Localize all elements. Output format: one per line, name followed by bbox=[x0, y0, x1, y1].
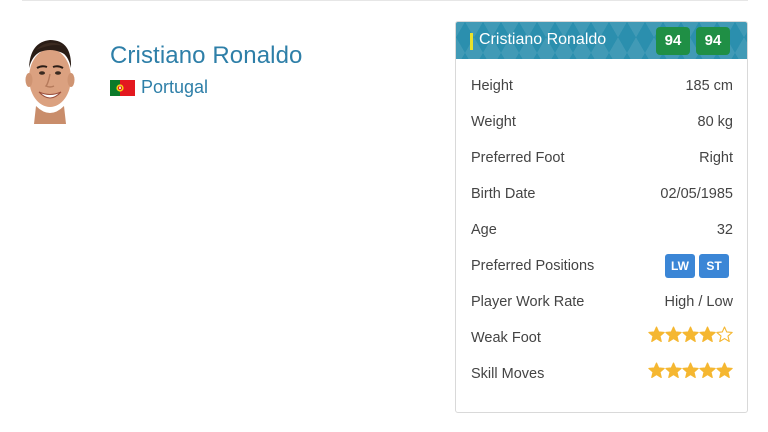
card-player-name: Cristiano Ronaldo bbox=[479, 31, 607, 48]
row-weight: Weight 80 kg bbox=[456, 105, 747, 141]
header-accent-bar bbox=[470, 33, 473, 50]
portugal-flag-icon bbox=[110, 79, 135, 96]
player-avatar bbox=[25, 40, 75, 124]
weak-foot-stars bbox=[648, 326, 733, 343]
star-filled-icon bbox=[665, 362, 682, 379]
row-label: Age bbox=[471, 222, 497, 238]
row-label: Skill Moves bbox=[471, 366, 545, 382]
positions-list: LW ST bbox=[665, 254, 729, 278]
row-value: 185 cm bbox=[685, 78, 733, 94]
row-label: Birth Date bbox=[471, 186, 536, 202]
star-filled-icon bbox=[682, 326, 699, 343]
row-work-rate: Player Work Rate High / Low bbox=[456, 285, 747, 321]
row-height: Height 185 cm bbox=[456, 69, 747, 105]
nation-name: Portugal bbox=[141, 77, 209, 97]
row-weak-foot: Weak Foot bbox=[456, 321, 747, 357]
star-filled-icon bbox=[648, 362, 665, 379]
row-value: 02/05/1985 bbox=[660, 186, 733, 202]
position-badge-lw[interactable]: LW bbox=[665, 254, 695, 278]
row-preferred-positions: Preferred Positions LW ST bbox=[456, 249, 747, 285]
star-empty-icon bbox=[716, 326, 733, 343]
position-badge-st[interactable]: ST bbox=[699, 254, 729, 278]
row-age: Age 32 bbox=[456, 213, 747, 249]
row-birth-date: Birth Date 02/05/1985 bbox=[456, 177, 747, 213]
info-rows: Height 185 cm Weight 80 kg Preferred Foo… bbox=[456, 69, 747, 393]
row-label: Preferred Foot bbox=[471, 150, 565, 166]
star-filled-icon bbox=[682, 362, 699, 379]
row-label: Weak Foot bbox=[471, 330, 541, 346]
star-filled-icon bbox=[648, 326, 665, 343]
row-label: Height bbox=[471, 78, 513, 94]
top-divider bbox=[22, 0, 748, 1]
row-value: 32 bbox=[716, 222, 733, 238]
star-filled-icon bbox=[665, 326, 682, 343]
row-label: Preferred Positions bbox=[471, 258, 595, 274]
skill-moves-stars bbox=[648, 362, 733, 379]
row-label: Player Work Rate bbox=[471, 294, 585, 310]
player-nation: Portugal bbox=[110, 77, 208, 98]
row-skill-moves: Skill Moves bbox=[456, 357, 747, 393]
row-label: Weight bbox=[471, 114, 516, 130]
star-filled-icon bbox=[699, 362, 716, 379]
row-value: High / Low bbox=[664, 294, 733, 310]
row-preferred-foot: Preferred Foot Right bbox=[456, 141, 747, 177]
star-filled-icon bbox=[716, 362, 733, 379]
overall-rating-badge: 94 bbox=[656, 27, 690, 55]
player-name: Cristiano Ronaldo bbox=[110, 42, 303, 69]
potential-rating-badge: 94 bbox=[696, 27, 730, 55]
player-info-card: Cristiano Ronaldo 94 94 Height 185 cm We… bbox=[455, 21, 748, 413]
row-value: 80 kg bbox=[697, 114, 733, 130]
card-header: Cristiano Ronaldo 94 94 bbox=[456, 22, 747, 59]
star-filled-icon bbox=[699, 326, 716, 343]
row-value: Right bbox=[699, 150, 733, 166]
